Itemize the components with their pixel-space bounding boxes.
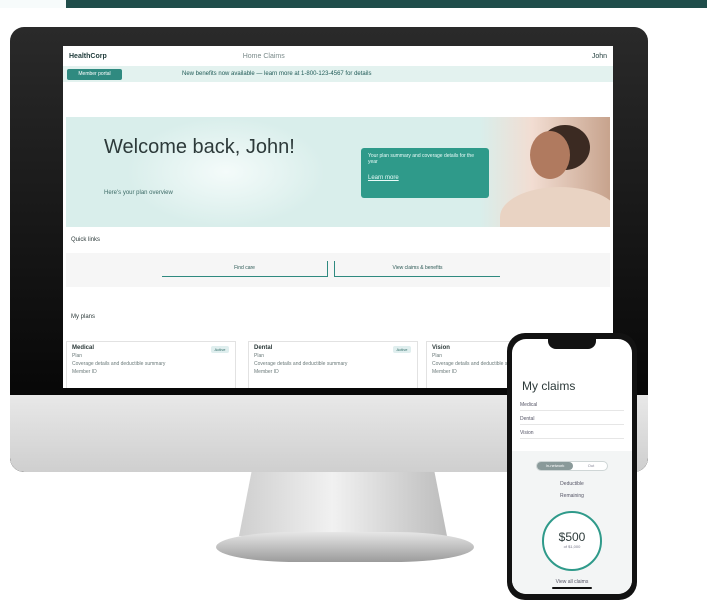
status-badge: Active [211,346,229,353]
plan-card-line: Member ID [72,369,97,375]
home-indicator [552,587,592,589]
phone-summary: In-network Out Deductible Remaining $500… [512,451,632,594]
phone-line: Remaining [560,493,584,499]
imac-base [216,532,474,562]
hero-photo [480,117,610,227]
hero-subtitle[interactable]: Here's your plan overview [104,190,173,196]
toggle-on[interactable]: In-network [537,462,573,470]
hero-title: Welcome back, John! [104,136,295,158]
toggle-off[interactable]: Out [575,462,607,470]
hero-card-cta[interactable]: Learn more [368,175,482,181]
view-all-claims-link[interactable]: View all claims [512,579,632,585]
phone-row[interactable]: Medical [520,399,624,411]
account-menu[interactable]: John [592,53,607,60]
photo-shoulder [500,187,610,227]
nav-links[interactable]: Home Claims [243,53,285,60]
site-nav: HealthCorp Home Claims John [63,46,613,66]
phone-line: Deductible [560,481,584,487]
plan-card-line: Coverage details and deductible summary [72,361,166,367]
amount-gauge: $500 of $1,000 [542,511,602,571]
phone-device: My claims Medical Dental Vision In-netwo… [507,333,637,600]
plan-card-line: Member ID [254,369,279,375]
quick-actions: Find care View claims & benefits [66,253,610,287]
amount-label: of $1,000 [563,544,581,549]
network-toggle[interactable]: In-network Out [536,461,608,471]
hero-card-text: Your plan summary and coverage details f… [368,153,474,165]
plans-label: My plans [71,314,96,320]
hero-light [126,117,326,227]
top-strip [0,0,707,8]
amount-value: $500 [558,530,586,544]
plan-card-line: Coverage details and deductible summary [254,361,348,367]
plan-card[interactable]: Dental Active Plan Coverage details and … [248,341,418,388]
plan-card-title: Medical [72,345,95,351]
phone-title: My claims [522,379,576,393]
photo-head [530,131,570,179]
hero-card: Your plan summary and coverage details f… [361,148,489,198]
status-badge: Active [393,346,411,353]
plan-card[interactable]: Medical Active Plan Coverage details and… [66,341,236,388]
imac-stand [239,472,447,536]
hero-banner: Welcome back, John! Here's your plan ove… [66,117,610,227]
find-care-button[interactable]: Find care [162,261,328,277]
promo-banner: Member portal New benefits now available… [63,66,613,82]
quick-links-label: Quick links [71,237,101,243]
phone-row[interactable]: Dental [520,413,624,425]
plan-card-line: Plan [72,353,83,359]
phone-row[interactable]: Vision [520,427,624,439]
phone-notch [548,339,596,349]
promo-badge[interactable]: Member portal [67,68,122,80]
promo-text: New benefits now available — learn more … [182,71,372,77]
site-logo[interactable]: HealthCorp [69,53,107,60]
plan-card-title: Dental [254,345,273,351]
plan-card-line: Plan [254,353,265,359]
phone-screen: My claims Medical Dental Vision In-netwo… [512,339,632,594]
view-claims-button[interactable]: View claims & benefits [334,261,500,277]
header-bar [66,0,707,8]
